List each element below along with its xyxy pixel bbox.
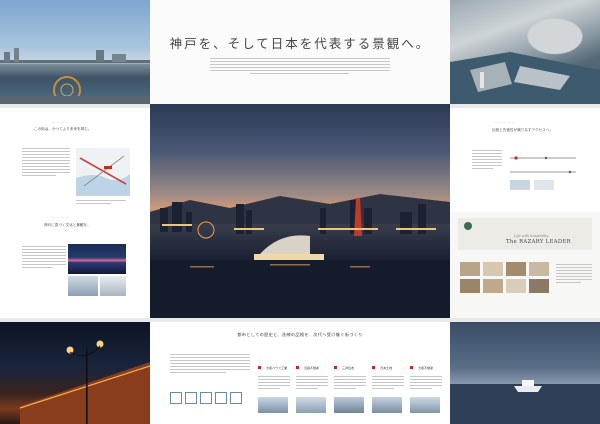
developer-logo-mark bbox=[258, 366, 261, 369]
access-route-diagram bbox=[510, 156, 576, 190]
concierge-subtitle: Life with hospitality bbox=[514, 234, 549, 238]
developers-section-label: — — — — bbox=[280, 326, 297, 330]
concierge-brand: The RAZARY LEADER bbox=[506, 239, 571, 245]
developer-logo-mark bbox=[334, 366, 337, 369]
area-map bbox=[76, 148, 130, 196]
kobe-night-hero-photo bbox=[150, 104, 450, 318]
access-section-label: — — — — — bbox=[494, 120, 516, 124]
main-headline: 神戸を、そして日本を代表する景観へ。 bbox=[169, 36, 431, 51]
concierge-photo-grid bbox=[460, 262, 550, 306]
aerial-illustration bbox=[450, 52, 600, 104]
culture-body-text bbox=[22, 246, 66, 270]
aerial-port-photo bbox=[450, 0, 600, 104]
developer-column-3: 三井住友 bbox=[334, 354, 368, 413]
history-heading: この街は、かつてより未来を育む。 bbox=[34, 127, 92, 131]
access-heading: 伝統と先進性が織りなすアクセスへ。 bbox=[492, 128, 553, 132]
developer-column-1: 大和ハウス工業 bbox=[258, 354, 292, 413]
room-photo bbox=[529, 262, 549, 276]
service-photo bbox=[460, 279, 480, 293]
bar-photo bbox=[483, 279, 503, 293]
dining-photo bbox=[483, 262, 503, 276]
building-white-photo bbox=[100, 276, 126, 296]
developers-intro-text bbox=[170, 354, 250, 375]
developers-page: — — — — 都市としての歴史と、洗練の品格を、次代へ受け継ぐ街づくり 大和ハ… bbox=[150, 322, 450, 424]
culture-section-label: — — — — bbox=[52, 215, 69, 219]
developer-building-photo bbox=[334, 397, 364, 413]
garden-photo bbox=[529, 279, 549, 293]
ship-illustration bbox=[450, 380, 600, 424]
concierge-logo-icon bbox=[464, 222, 472, 230]
developer-name: 近鉄不動産 bbox=[304, 366, 320, 370]
developer-text bbox=[334, 376, 366, 389]
feature-icon-5 bbox=[230, 392, 242, 404]
map-caption bbox=[76, 200, 126, 206]
intro-page: 神戸を、そして日本を代表する景観へ。 bbox=[150, 0, 450, 104]
developer-text bbox=[258, 376, 290, 389]
lamp-illustration bbox=[19, 340, 150, 424]
culture-heading: 神戸に息づく文化と景観を。 bbox=[44, 223, 91, 227]
developer-name: 日本土地 bbox=[380, 366, 393, 370]
developer-building-photo bbox=[372, 397, 402, 413]
harbor-skyline-illustration bbox=[0, 48, 150, 104]
developer-logo-mark bbox=[372, 366, 375, 369]
feature-icon-row bbox=[170, 392, 254, 406]
feature-icon-3 bbox=[200, 392, 212, 404]
history-section-label: — — — — bbox=[52, 120, 69, 124]
developer-building-photo bbox=[410, 397, 440, 413]
sea-dusk-photo bbox=[450, 322, 600, 424]
developer-building-photo bbox=[296, 397, 326, 413]
feature-icon-1 bbox=[170, 392, 182, 404]
developer-name: 大和ハウス工業 bbox=[266, 366, 288, 370]
developer-column-4: 日本土地 bbox=[372, 354, 406, 413]
night-river-photo bbox=[68, 244, 126, 274]
feature-icon-4 bbox=[215, 392, 227, 404]
intro-body-text bbox=[210, 58, 390, 76]
feature-icon-2 bbox=[185, 392, 197, 404]
developer-name: 三井住友 bbox=[342, 366, 355, 370]
developer-text bbox=[372, 376, 404, 389]
concierge-page: Life with hospitality The RAZARY LEADER bbox=[450, 212, 600, 318]
developer-text bbox=[410, 376, 442, 389]
developer-logo-mark bbox=[410, 366, 413, 369]
harbor-photo bbox=[0, 0, 150, 104]
developer-building-photo bbox=[258, 397, 288, 413]
developers-heading: 都市としての歴史と、洗練の品格を、次代へ受け継ぐ街づくり bbox=[237, 332, 363, 337]
gym-photo bbox=[506, 279, 526, 293]
lounge-photo bbox=[460, 262, 480, 276]
spa-photo bbox=[506, 262, 526, 276]
brick-warehouse-night-photo bbox=[0, 322, 150, 424]
developer-name: 大和不動産 bbox=[418, 366, 434, 370]
developer-text bbox=[296, 376, 328, 389]
night-skyline-illustration bbox=[150, 194, 450, 318]
history-page: — — — — この街は、かつてより未来を育む。 — — — — 神戸に息づく文… bbox=[0, 108, 150, 318]
developer-logo-mark bbox=[296, 366, 299, 369]
access-body-text bbox=[472, 150, 502, 171]
museum-photo bbox=[68, 276, 98, 296]
concierge-body-text bbox=[556, 264, 592, 285]
developer-column-5: 大和不動産 bbox=[410, 354, 444, 413]
access-page: — — — — — 伝統と先進性が織りなすアクセスへ。 bbox=[450, 108, 600, 212]
history-body-text bbox=[22, 148, 70, 178]
developer-column-2: 近鉄不動産 bbox=[296, 354, 330, 413]
